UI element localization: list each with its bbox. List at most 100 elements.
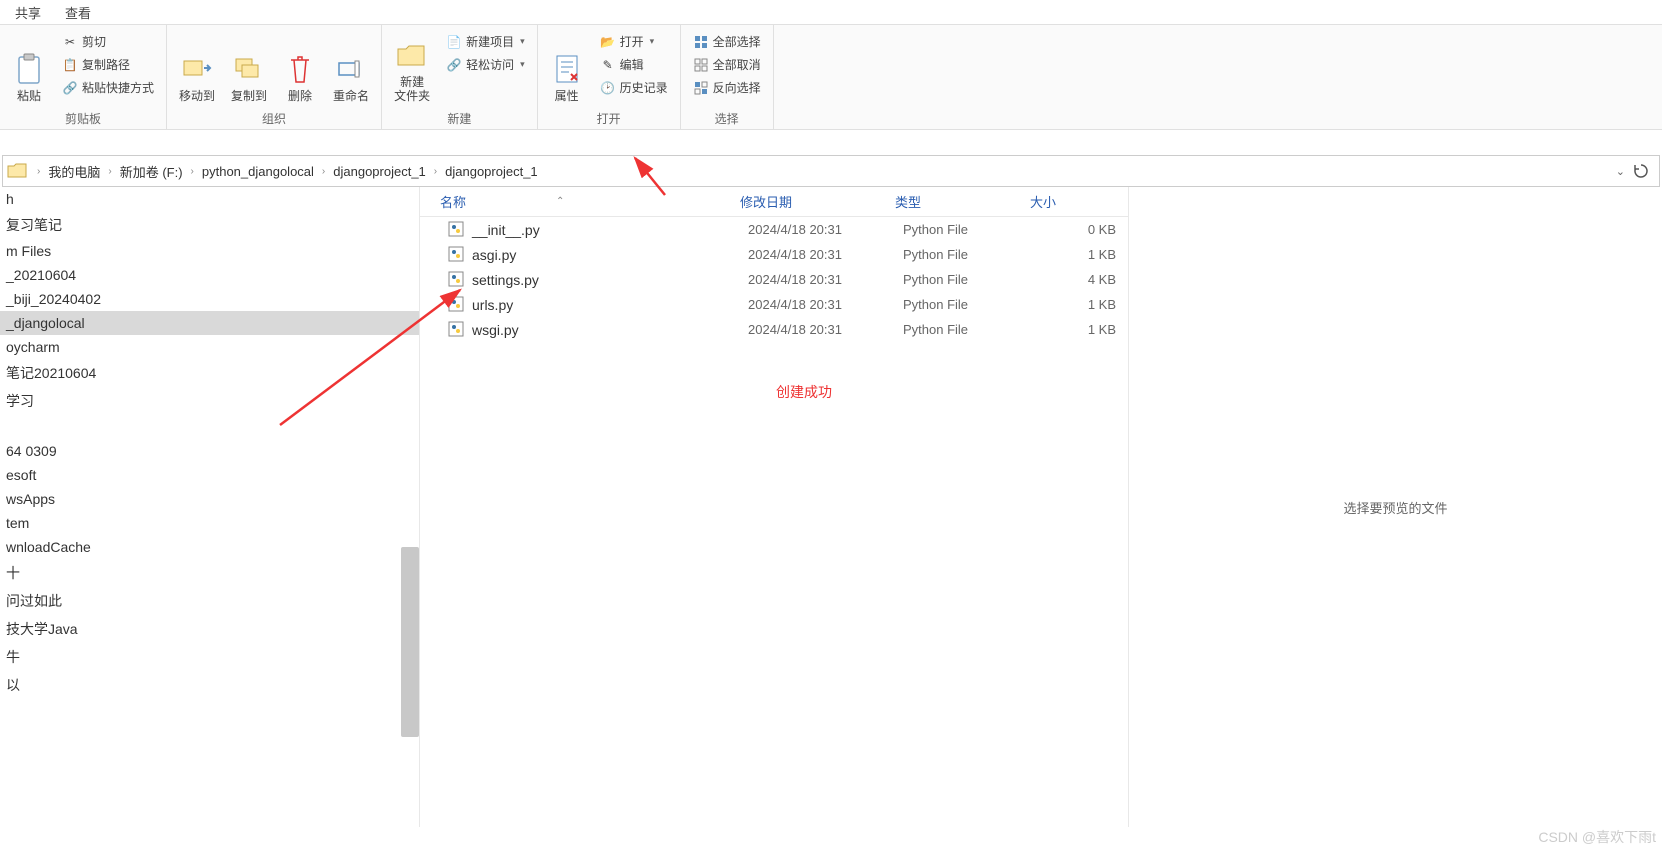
new-folder-button[interactable]: 新建 文件夹 <box>388 29 436 107</box>
open-icon: 📂 <box>600 34 616 50</box>
annotation-success: 创建成功 <box>480 382 1128 402</box>
file-type: Python File <box>903 297 1038 312</box>
path-icon: 📋 <box>62 57 78 73</box>
tree-item[interactable]: h <box>0 187 419 211</box>
rename-icon <box>335 53 367 85</box>
tree-item[interactable]: 问过如此 <box>0 587 419 615</box>
ribbon-group-clipboard: 粘贴 ✂剪切 📋复制路径 🔗粘贴快捷方式 剪贴板 <box>0 25 167 129</box>
history-icon: 🕑 <box>600 80 616 96</box>
chevron-right-icon[interactable]: › <box>33 166 44 177</box>
tree-item[interactable]: wnloadCache <box>0 535 419 559</box>
tree-item[interactable]: 技大学Java <box>0 615 419 643</box>
column-headers[interactable]: 名称⌃ 修改日期 类型 大小 <box>420 187 1128 217</box>
select-all-icon <box>693 34 709 50</box>
file-row[interactable]: asgi.py2024/4/18 20:31Python File1 KB <box>420 242 1128 267</box>
select-all-button[interactable]: 全部选择 <box>691 31 763 52</box>
copy-to-button[interactable]: 复制到 <box>225 29 273 107</box>
breadcrumb-segment[interactable]: djangoproject_1 <box>329 164 430 179</box>
tree-item[interactable]: 牛 <box>0 643 419 671</box>
tree-item[interactable]: 64 0309 <box>0 439 419 463</box>
tree-item[interactable]: _20210604 <box>0 263 419 287</box>
tab-share[interactable]: 共享 <box>15 3 41 22</box>
tree-item[interactable]: 以 <box>0 671 419 699</box>
chevron-right-icon[interactable]: › <box>187 166 198 177</box>
breadcrumb-items: › 我的电脑 › 新加卷 (F:) › python_djangolocal ›… <box>33 162 1616 181</box>
file-type: Python File <box>903 272 1038 287</box>
file-name: __init__.py <box>472 222 748 238</box>
invert-icon <box>693 80 709 96</box>
python-file-icon <box>448 271 466 289</box>
tree-item[interactable]: _biji_20240402 <box>0 287 419 311</box>
tree-item[interactable]: esoft <box>0 463 419 487</box>
file-row[interactable]: wsgi.py2024/4/18 20:31Python File1 KB <box>420 317 1128 342</box>
navigation-tree[interactable]: h复习笔记m Files_20210604_biji_20240402_djan… <box>0 187 420 827</box>
folder-new-icon <box>396 39 428 71</box>
chevron-right-icon[interactable]: › <box>318 166 329 177</box>
tree-item[interactable]: 复习笔记 <box>0 211 419 239</box>
history-button[interactable]: 🕑历史记录 <box>598 77 670 98</box>
move-to-button[interactable]: 移动到 <box>173 29 221 107</box>
tree-item[interactable]: 笔记20210604 <box>0 359 419 387</box>
breadcrumb[interactable]: › 我的电脑 › 新加卷 (F:) › python_djangolocal ›… <box>2 155 1660 187</box>
paste-shortcut-button[interactable]: 🔗粘贴快捷方式 <box>60 77 156 98</box>
tree-item[interactable]: wsApps <box>0 487 419 511</box>
tree-item[interactable]: oycharm <box>0 335 419 359</box>
column-size[interactable]: 大小 <box>1030 192 1120 211</box>
column-date[interactable]: 修改日期 <box>740 192 895 211</box>
ribbon-group-select: 全部选择 全部取消 反向选择 选择 <box>681 25 774 129</box>
edit-button[interactable]: ✎编辑 <box>598 54 670 75</box>
ribbon-group-open: 属性 📂打开▾ ✎编辑 🕑历史记录 打开 <box>538 25 681 129</box>
delete-button[interactable]: 删除 <box>277 29 323 107</box>
cut-button[interactable]: ✂剪切 <box>60 31 156 52</box>
rename-button[interactable]: 重命名 <box>327 29 375 107</box>
tree-item[interactable]: 学习 <box>0 387 419 415</box>
copy-path-button[interactable]: 📋复制路径 <box>60 54 156 75</box>
file-date: 2024/4/18 20:31 <box>748 297 903 312</box>
group-label-select: 选择 <box>687 108 767 127</box>
tree-item[interactable]: m Files <box>0 239 419 263</box>
file-name: asgi.py <box>472 247 748 263</box>
chevron-down-icon[interactable]: ⌄ <box>1616 165 1625 178</box>
folder-icon <box>7 161 27 181</box>
open-button[interactable]: 📂打开▾ <box>598 31 670 52</box>
group-label-organize: 组织 <box>173 108 375 127</box>
invert-selection-button[interactable]: 反向选择 <box>691 77 763 98</box>
tree-item[interactable]: _djangolocal <box>0 311 419 335</box>
window-tabs: 共享 查看 <box>0 0 1662 25</box>
file-size: 1 KB <box>1038 297 1128 312</box>
copy-to-icon <box>233 53 265 85</box>
column-name[interactable]: 名称⌃ <box>440 192 740 211</box>
new-item-button[interactable]: 📄新建项目▾ <box>444 31 527 52</box>
chevron-right-icon[interactable]: › <box>430 166 441 177</box>
select-none-button[interactable]: 全部取消 <box>691 54 763 75</box>
file-size: 4 KB <box>1038 272 1128 287</box>
file-row[interactable]: settings.py2024/4/18 20:31Python File4 K… <box>420 267 1128 292</box>
easy-access-button[interactable]: 🔗轻松访问▾ <box>444 54 527 75</box>
file-type: Python File <box>903 222 1038 237</box>
file-size: 1 KB <box>1038 247 1128 262</box>
watermark: CSDN @喜欢下雨t <box>1538 827 1656 847</box>
breadcrumb-segment[interactable]: 新加卷 (F:) <box>116 162 187 181</box>
breadcrumb-segment[interactable]: python_djangolocal <box>198 164 318 179</box>
group-label-new: 新建 <box>388 108 531 127</box>
file-name: urls.py <box>472 297 748 313</box>
file-list-pane: 名称⌃ 修改日期 类型 大小 __init__.py2024/4/18 20:3… <box>420 187 1129 827</box>
python-file-icon <box>448 221 466 239</box>
column-type[interactable]: 类型 <box>895 192 1030 211</box>
move-to-icon <box>181 53 213 85</box>
breadcrumb-segment[interactable]: 我的电脑 <box>44 162 104 181</box>
file-row[interactable]: __init__.py2024/4/18 20:31Python File0 K… <box>420 217 1128 242</box>
breadcrumb-segment[interactable]: djangoproject_1 <box>441 164 542 179</box>
file-row[interactable]: urls.py2024/4/18 20:31Python File1 KB <box>420 292 1128 317</box>
properties-button[interactable]: 属性 <box>544 29 590 107</box>
ribbon-group-organize: 移动到 复制到 删除 重命名 组织 <box>167 25 382 129</box>
file-name: wsgi.py <box>472 322 748 338</box>
tree-item[interactable]: 十 <box>0 559 419 587</box>
refresh-button[interactable] <box>1631 161 1651 181</box>
chevron-right-icon[interactable]: › <box>104 166 115 177</box>
tab-view[interactable]: 查看 <box>65 3 91 22</box>
paste-button[interactable]: 粘贴 <box>6 29 52 107</box>
tree-item[interactable]: tem <box>0 511 419 535</box>
file-size: 0 KB <box>1038 222 1128 237</box>
scrollbar-thumb[interactable] <box>401 547 419 737</box>
